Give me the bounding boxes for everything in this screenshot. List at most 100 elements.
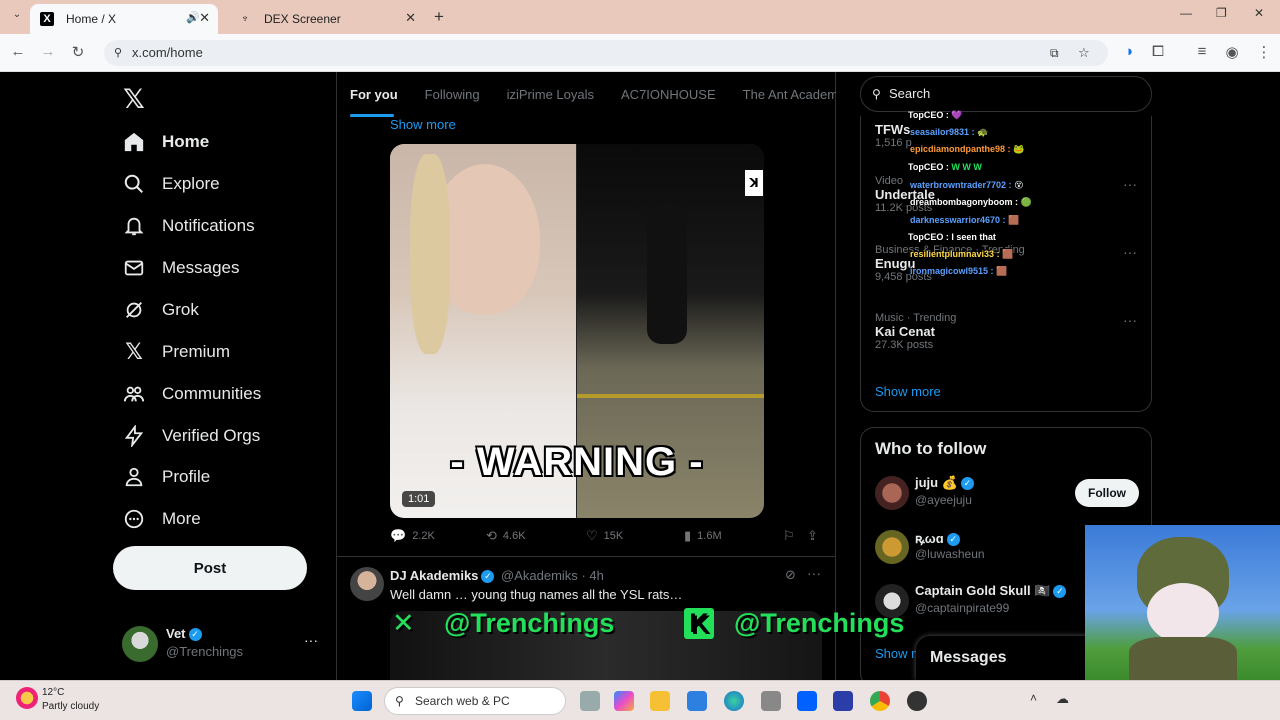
account-more-icon[interactable]: ··· bbox=[304, 632, 318, 648]
trends-show-more-link[interactable]: Show more bbox=[875, 384, 941, 399]
avatar[interactable] bbox=[350, 567, 384, 601]
tab-for-you[interactable]: For you bbox=[350, 87, 398, 102]
maximize-icon[interactable]: ❐ bbox=[1216, 6, 1227, 20]
nav-notifications[interactable]: Notifications bbox=[122, 206, 255, 246]
tab-following[interactable]: Following bbox=[425, 87, 480, 102]
bookmark-icon: ⚐ bbox=[783, 528, 795, 543]
windows-start-icon[interactable] bbox=[352, 691, 372, 711]
video-floor-line bbox=[577, 394, 764, 398]
dexscreener-icon: ♆ bbox=[240, 13, 250, 25]
nav-explore[interactable]: Explore bbox=[122, 164, 220, 204]
post-button[interactable]: Post bbox=[113, 546, 307, 590]
extension-icon[interactable]: ◗ bbox=[1120, 43, 1140, 60]
nav-messages[interactable]: Messages bbox=[122, 248, 239, 288]
messages-drawer[interactable]: Messages bbox=[916, 636, 1106, 680]
tab-list-dropdown[interactable]: ⌄ bbox=[8, 9, 26, 25]
app-icon[interactable] bbox=[761, 691, 781, 711]
search-icon: ⚲ bbox=[872, 87, 881, 101]
bookmark-button[interactable]: ⚐ bbox=[783, 528, 801, 544]
weather-icon[interactable] bbox=[16, 687, 38, 709]
tweet-author-name[interactable]: DJ Akademiks bbox=[390, 568, 478, 583]
onedrive-icon[interactable]: ☁ bbox=[1056, 691, 1069, 707]
views-button[interactable]: ▮ 1.6M bbox=[684, 528, 722, 544]
minimize-icon[interactable]: — bbox=[1180, 6, 1192, 20]
reply-button[interactable]: 💬 2.2K bbox=[390, 528, 435, 544]
profile-avatar-icon[interactable]: ◉ bbox=[1222, 43, 1242, 61]
tab-ant-academy[interactable]: The Ant Academy bbox=[743, 87, 836, 102]
trend-item[interactable]: Music · Trending Kai Cenat 27.3K posts bbox=[875, 312, 956, 351]
chat-line: TopCEO : I seen that bbox=[908, 232, 996, 242]
close-window-icon[interactable]: ✕ bbox=[1254, 6, 1264, 20]
user-handle: @Trenchings bbox=[166, 644, 244, 659]
who-show-more-link[interactable]: Show m bbox=[875, 646, 922, 661]
reload-icon[interactable]: ↻ bbox=[68, 43, 88, 61]
people-icon bbox=[122, 382, 146, 406]
account-switcher[interactable]: Vet ✓ @Trenchings ··· bbox=[122, 624, 332, 664]
bookmark-star-icon[interactable]: ☆ bbox=[1078, 40, 1090, 66]
menu-kebab-icon[interactable]: ⋮ bbox=[1254, 43, 1274, 61]
media-control-icon[interactable]: ≡ bbox=[1192, 43, 1212, 60]
browser-tab-home[interactable]: X Home / X 🔊 ✕ bbox=[30, 4, 218, 34]
stream-watermark: ✕ @Trenchings K @Trenchings bbox=[392, 608, 905, 639]
tab-ac7ionhouse[interactable]: AC7IONHOUSE bbox=[621, 87, 716, 102]
follow-suggestion[interactable]: juju 💰 ✓ @ayeejuju Follow bbox=[875, 472, 1145, 516]
x-logo-icon[interactable]: 𝕏 bbox=[123, 84, 145, 115]
tweet-time[interactable]: · 4h bbox=[581, 568, 603, 583]
tweet-author-handle[interactable]: @Akademiks bbox=[501, 568, 578, 583]
nav-premium[interactable]: 𝕏 Premium bbox=[122, 332, 230, 372]
nav-home[interactable]: Home bbox=[122, 122, 209, 162]
store-icon[interactable] bbox=[687, 691, 707, 711]
show-more-link[interactable]: Show more bbox=[390, 117, 456, 132]
reply-icon: 💬 bbox=[390, 528, 407, 543]
new-tab-icon[interactable]: + bbox=[434, 7, 444, 27]
dropbox-icon[interactable] bbox=[797, 691, 817, 711]
browser-tab-dex[interactable]: ♆ DEX Screener ✕ bbox=[228, 4, 424, 34]
trend-more-icon[interactable]: ··· bbox=[1123, 244, 1137, 260]
nav-grok[interactable]: Grok bbox=[122, 290, 199, 330]
repost-button[interactable]: ⟲ 4.6K bbox=[486, 528, 526, 544]
obs-icon[interactable] bbox=[907, 691, 927, 711]
close-tab-icon[interactable]: ✕ bbox=[405, 10, 416, 26]
tweet-text: Well damn … young thug names all the YSL… bbox=[390, 587, 683, 602]
puzzle-icon[interactable]: ⧠ bbox=[1148, 43, 1168, 60]
speaker-icon[interactable]: 🔊 bbox=[186, 11, 200, 24]
forward-icon[interactable]: → bbox=[38, 43, 58, 60]
url-bar[interactable]: ⚲ x.com/home ⧉ ☆ bbox=[104, 40, 1108, 66]
nav-more[interactable]: More bbox=[122, 499, 201, 539]
close-tab-icon[interactable]: ✕ bbox=[199, 10, 210, 26]
app-b-icon[interactable] bbox=[833, 691, 853, 711]
share-button[interactable]: ⇪ bbox=[807, 528, 824, 544]
chrome-icon[interactable] bbox=[870, 691, 890, 711]
nav-communities[interactable]: Communities bbox=[122, 374, 261, 414]
site-info-icon[interactable]: ⚲ bbox=[114, 40, 122, 66]
tweet-more-icon[interactable]: ··· bbox=[807, 565, 821, 581]
chat-line: dreambombagonyboom : 🟢 bbox=[910, 197, 1032, 207]
weather-desc[interactable]: Partly cloudy bbox=[42, 701, 99, 712]
avatar-face bbox=[1147, 583, 1219, 643]
search-input[interactable]: ⚲ Search bbox=[860, 76, 1152, 112]
trend-more-icon[interactable]: ··· bbox=[1123, 312, 1137, 328]
person-icon bbox=[122, 465, 146, 489]
edge-icon[interactable] bbox=[724, 691, 744, 711]
nav-verified-orgs[interactable]: Verified Orgs bbox=[122, 416, 260, 456]
copilot-icon[interactable] bbox=[614, 691, 634, 711]
chat-line: darknesswarrior4670 : 🟫 bbox=[910, 215, 1020, 225]
avatar bbox=[122, 626, 158, 662]
chat-line: resilientplumnavi33 : 🟫 bbox=[910, 249, 1014, 259]
back-icon[interactable]: ← bbox=[8, 43, 28, 60]
x-logo-icon: 𝕏 bbox=[125, 339, 143, 364]
like-button[interactable]: ♡ 15K bbox=[586, 528, 623, 544]
file-explorer-icon[interactable] bbox=[650, 691, 670, 711]
task-view-icon[interactable] bbox=[580, 691, 600, 711]
tray-chevron-icon[interactable]: ˄ bbox=[1030, 691, 1037, 705]
video-player[interactable]: ꓘ - WARNING - 1:01 bbox=[390, 144, 764, 518]
weather-temp[interactable]: 12°C bbox=[42, 687, 64, 698]
trend-more-icon[interactable]: ··· bbox=[1123, 176, 1137, 192]
tab-iziprime-loyals[interactable]: iziPrime Loyals bbox=[507, 87, 594, 102]
video-overlay-text: - WARNING - bbox=[450, 440, 704, 484]
nav-profile[interactable]: Profile bbox=[122, 457, 210, 497]
install-icon[interactable]: ⧉ bbox=[1050, 40, 1059, 66]
follow-button[interactable]: Follow bbox=[1075, 479, 1139, 507]
grok-icon[interactable]: ⊘ bbox=[785, 567, 796, 583]
taskbar-search[interactable]: ⚲ Search web & PC bbox=[384, 687, 566, 715]
